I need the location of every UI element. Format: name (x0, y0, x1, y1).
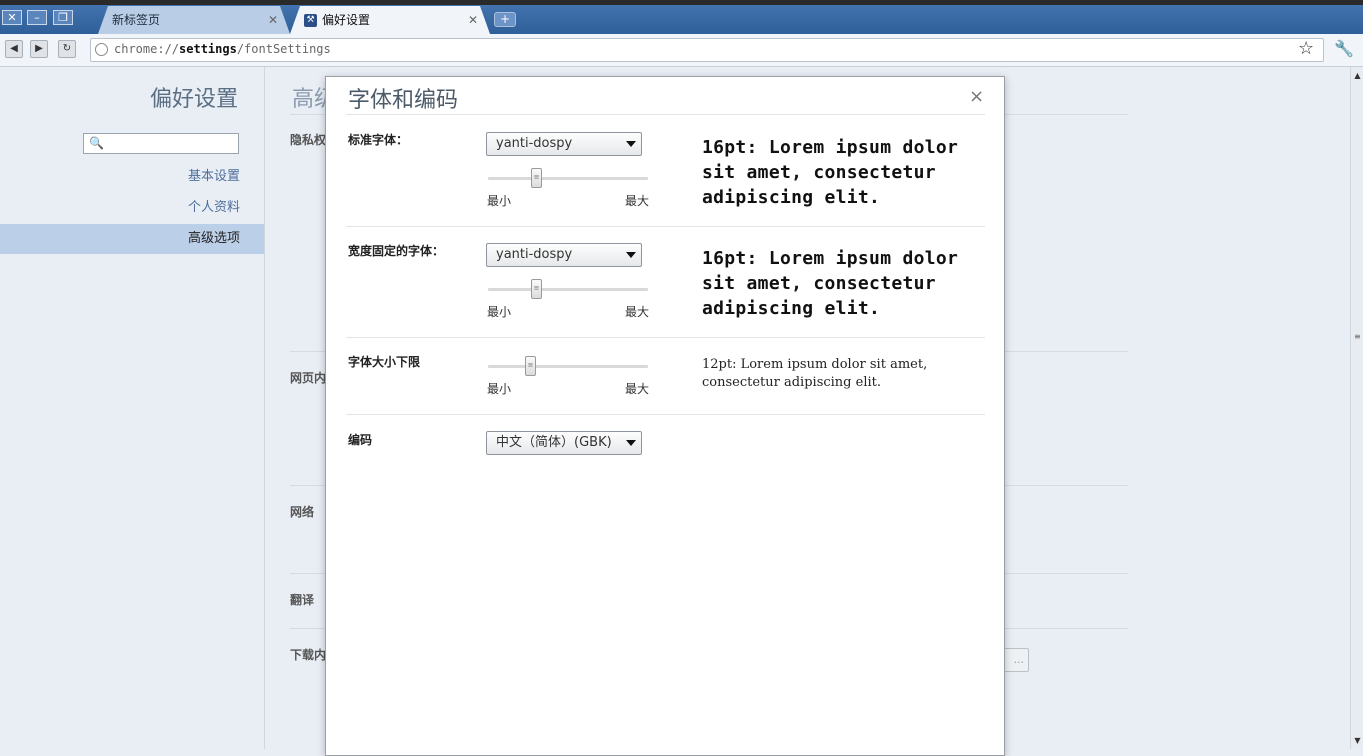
section-network-label: 网络 (290, 505, 315, 519)
slider-max-label: 最大 (625, 382, 650, 396)
encoding-label: 编码 (348, 433, 373, 447)
sidebar-item-profile[interactable]: 个人资料 (0, 193, 264, 223)
tab-preferences[interactable]: ⚒ 偏好设置 ✕ (290, 6, 490, 34)
sidebar-item-advanced[interactable]: 高级选项 (0, 224, 264, 254)
forward-button[interactable]: ▶ (30, 40, 48, 58)
minimum-font-size-label: 字体大小下限 (348, 355, 421, 369)
tab-label: 偏好设置 (322, 13, 371, 27)
slider-thumb[interactable]: ≡ (531, 168, 542, 188)
restore-window-button[interactable]: ❐ (53, 10, 73, 25)
tab-close-icon[interactable]: ✕ (268, 6, 278, 34)
divider (346, 114, 985, 115)
scroll-down-arrow-icon[interactable]: ▼ (1351, 734, 1363, 747)
chevron-down-icon (626, 252, 636, 258)
sidebar-item-basic[interactable]: 基本设置 (0, 162, 264, 192)
wrench-menu-icon[interactable]: 🔧 (1334, 41, 1354, 57)
new-tab-button[interactable]: + (494, 12, 516, 27)
tab-label: 新标签页 (112, 13, 161, 27)
standard-font-preview: 16pt: Lorem ipsum dolor sit amet, consec… (702, 137, 959, 208)
address-bar[interactable]: chrome://settings/fontSettings (90, 38, 1324, 62)
slider-min-label: 最小 (487, 382, 512, 396)
standard-font-select[interactable]: yanti-dospy (486, 132, 642, 156)
dialog-title: 字体和编码 (348, 88, 459, 113)
divider (346, 337, 985, 338)
search-icon: 🔍 (89, 136, 104, 150)
scroll-up-arrow-icon[interactable]: ▲ (1351, 69, 1363, 82)
tab-close-icon[interactable]: ✕ (468, 6, 478, 34)
divider (346, 226, 985, 227)
slider-min-label: 最小 (487, 305, 512, 319)
tab-new-tab[interactable]: 新标签页 ✕ (98, 6, 290, 34)
chevron-down-icon (626, 440, 636, 446)
fixed-width-font-select[interactable]: yanti-dospy (486, 243, 642, 267)
minimum-font-size-slider[interactable] (488, 365, 648, 368)
url-text[interactable]: chrome://settings/fontSettings (114, 42, 331, 56)
fixed-font-size-slider[interactable] (488, 288, 648, 291)
scroll-thumb[interactable]: ≡ (1354, 332, 1361, 341)
sidebar: 偏好设置 🔍 基本设置 个人资料 高级选项 (0, 67, 265, 749)
chevron-down-icon (626, 141, 636, 147)
toolbar: ◀ ▶ ↻ chrome://settings/fontSettings ☆ 🔧 (0, 34, 1363, 67)
section-web-content-label: 网页内 (290, 371, 327, 385)
minimum-size-preview: 12pt: Lorem ipsum dolor sit amet, consec… (702, 357, 928, 390)
system-bar (0, 0, 1363, 5)
wrench-favicon-icon: ⚒ (304, 14, 317, 27)
fonts-encoding-dialog: 字体和编码 × 标准字体： yanti-dospy ≡ 最小 最大 16pt: … (325, 76, 1005, 756)
standard-font-label: 标准字体： (348, 133, 409, 147)
close-icon[interactable]: × (969, 86, 984, 107)
bookmark-star-icon[interactable]: ☆ (1298, 40, 1314, 58)
section-downloads-label: 下载内 (290, 648, 327, 662)
section-privacy-label: 隐私权 (290, 133, 327, 147)
slider-thumb[interactable]: ≡ (531, 279, 542, 299)
reload-button[interactable]: ↻ (58, 40, 76, 58)
back-button[interactable]: ◀ (5, 40, 23, 58)
close-window-button[interactable]: ✕ (2, 10, 22, 25)
minimize-window-button[interactable]: – (27, 10, 47, 25)
fixed-font-preview: 16pt: Lorem ipsum dolor sit amet, consec… (702, 248, 959, 319)
slider-max-label: 最大 (625, 305, 650, 319)
settings-search-input[interactable]: 🔍 (83, 133, 239, 154)
encoding-select[interactable]: 中文（简体）(GBK) (486, 431, 642, 455)
sidebar-title: 偏好设置 (149, 87, 238, 112)
slider-thumb[interactable]: ≡ (525, 356, 536, 376)
standard-font-size-slider[interactable] (488, 177, 648, 180)
section-translate-label: 翻译 (290, 593, 315, 607)
slider-max-label: 最大 (625, 194, 650, 208)
page-info-icon[interactable] (95, 43, 108, 56)
scrollbar[interactable]: ▲ ≡ ▼ (1350, 67, 1363, 749)
divider (346, 414, 985, 415)
fixed-width-font-label: 宽度固定的字体： (348, 244, 445, 258)
slider-min-label: 最小 (487, 194, 512, 208)
